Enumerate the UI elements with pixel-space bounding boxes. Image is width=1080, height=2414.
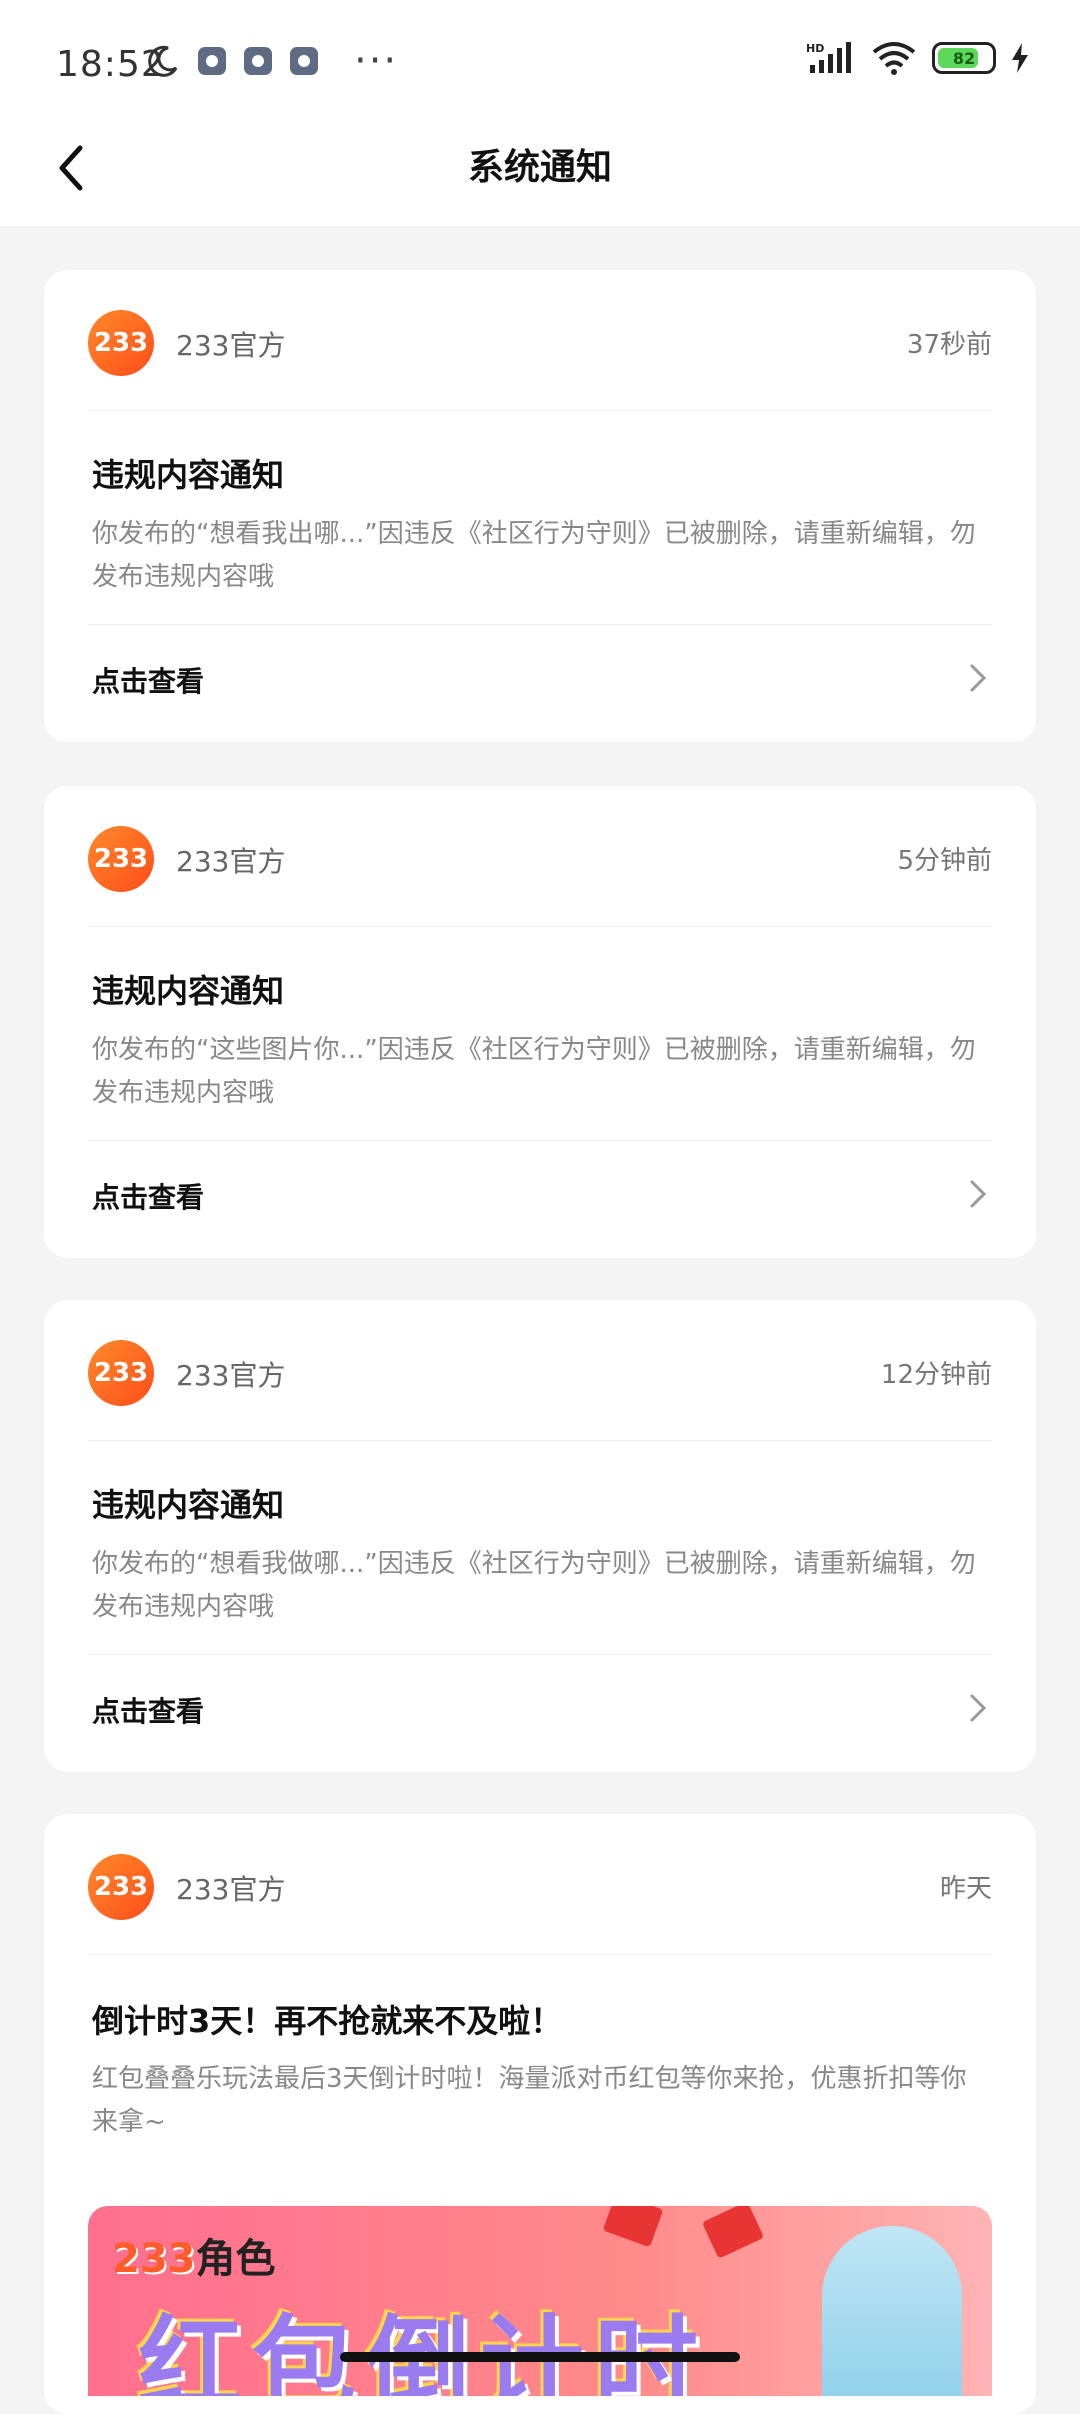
notification-body: 红包叠叠乐玩法最后3天倒计时啦！海量派对币红包等你来抢，优惠折扣等你来拿~ [92,2064,967,2137]
page-title: 系统通知 [467,147,612,188]
notification-card: 233 233官方 12分钟前 违规内容通知 你发布的“想看我做哪...”因违反… [44,1300,1036,1772]
notification-body: 你发布的“想看我做哪...”因违反《社区行为守则》已被删除，请重新编辑，勿发布违… [92,1549,976,1622]
divider [88,1954,992,1955]
sender-name: 233官方 [176,1873,286,1906]
sender-name: 233官方 [176,845,286,878]
notification-title: 违规内容通知 [92,972,285,1010]
store-app-icon [290,47,318,75]
sender-avatar: 233 [88,826,154,892]
divider [88,624,992,625]
charging-icon [1012,43,1028,73]
divider [88,926,992,927]
sender-avatar: 233 [88,1854,154,1920]
sender-name: 233官方 [176,329,286,362]
more-notifications-icon: ··· [354,38,399,84]
notification-time: 12分钟前 [880,1360,992,1390]
view-details-label: 点击查看 [92,665,205,698]
status-icons-right: HD 82 [806,40,1030,76]
camera-app-icon [198,47,226,75]
notification-body: 你发布的“这些图片你...”因违反《社区行为守则》已被删除，请重新编辑，勿发布违… [92,1035,976,1108]
notification-body: 你发布的“想看我出哪...”因违反《社区行为守则》已被删除，请重新编辑，勿发布违… [92,519,976,592]
notification-title: 违规内容通知 [92,456,285,494]
moon-icon [148,45,178,77]
sender-avatar: 233 [88,1340,154,1406]
view-details-button[interactable]: 点击查看 [92,1678,992,1738]
notification-time: 5分钟前 [897,846,992,876]
divider [88,410,992,411]
header: 系统通知 [0,120,1080,226]
view-details-button[interactable]: 点击查看 [92,1164,992,1224]
signal-icon: HD [806,42,851,73]
view-details-label: 点击查看 [92,1695,205,1728]
notification-title: 倒计时3天！再不抢就来不及啦！ [92,2002,563,2040]
notification-time: 昨天 [939,1874,992,1904]
wifi-icon [872,42,916,75]
promo-banner[interactable]: 233角色 红包倒计时 [88,2206,992,2396]
notification-time: 37秒前 [906,330,992,360]
view-details-button[interactable]: 点击查看 [92,648,992,708]
sender-avatar: 233 [88,310,154,376]
red-envelope-decoration [701,2206,765,2259]
promo-card[interactable]: 233 233官方 昨天 倒计时3天！再不抢就来不及啦！ 红包叠叠乐玩法最后3天… [44,1814,1036,2414]
card-header: 233 233官方 5分钟前 [88,826,992,892]
banner-brand: 233角色 [112,2236,276,2282]
banner-headline: 红包倒计时 [138,2304,709,2396]
svg-text:HD: HD [806,42,824,55]
notification-card: 233 233官方 37秒前 违规内容通知 你发布的“想看我出哪...”因违反《… [44,270,1036,742]
sender-name: 233官方 [176,1359,286,1392]
battery-icon: 82 [932,42,996,74]
chevron-right-icon [970,664,987,692]
battery-level: 82 [952,48,976,68]
divider [88,1140,992,1141]
divider [88,1654,992,1655]
app-notification-icon [244,47,272,75]
character-illustration [822,2226,962,2396]
card-header: 233 233官方 37秒前 [88,310,992,376]
notification-card: 233 233官方 5分钟前 违规内容通知 你发布的“这些图片你...”因违反《… [44,786,1036,1258]
chevron-right-icon [970,1694,987,1722]
home-indicator[interactable] [340,2352,740,2362]
chevron-right-icon [970,1180,987,1208]
status-icons-left: ··· [146,38,399,84]
notification-title: 违规内容通知 [92,1486,285,1524]
card-header: 233 233官方 12分钟前 [88,1340,992,1406]
view-details-label: 点击查看 [92,1181,205,1214]
red-envelope-decoration [602,2206,664,2248]
card-header: 233 233官方 昨天 [88,1854,992,1920]
divider [88,1440,992,1441]
status-bar: 18:52 ··· HD 82 [0,0,1080,120]
